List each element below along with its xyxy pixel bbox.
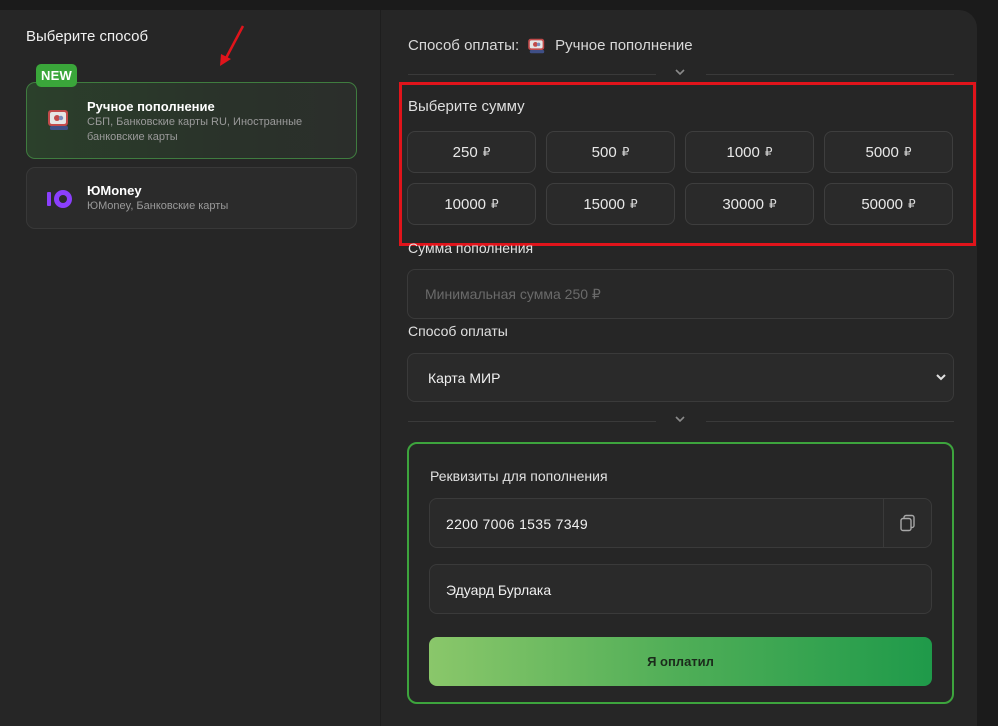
chevron-down-icon[interactable] <box>673 414 687 424</box>
method-card-yoomoney[interactable]: ЮMoney ЮMoney, Банковские карты <box>26 167 357 229</box>
method-title: Ручное пополнение <box>87 99 215 114</box>
amount-button-250[interactable]: 250 ₽ <box>407 131 536 173</box>
card-number: 2200 7006 1535 7349 <box>446 516 588 532</box>
amount-button-1000[interactable]: 1000 ₽ <box>685 131 814 173</box>
new-badge: NEW <box>36 64 77 87</box>
requisites-title: Реквизиты для пополнения <box>430 468 608 484</box>
payment-method-header-label: Способ оплаты: <box>408 37 520 54</box>
yoomoney-icon <box>47 190 72 208</box>
section-divider <box>408 69 954 76</box>
amount-section-title: Выберите сумму <box>408 98 525 115</box>
chevron-down-icon <box>936 374 946 381</box>
section-divider <box>408 416 954 423</box>
sum-input[interactable] <box>407 269 954 319</box>
payment-method-header-value: Ручное пополнение <box>555 37 693 54</box>
amount-button-10000[interactable]: 10000 ₽ <box>407 183 536 225</box>
payment-method-selected: Карта МИР <box>428 370 501 386</box>
red-arrow-annotation <box>220 25 245 66</box>
recipient-name: Эдуард Бурлака <box>446 582 552 598</box>
chevron-down-icon[interactable] <box>673 67 687 77</box>
confirm-paid-button[interactable]: Я оплатил <box>429 637 932 686</box>
method-title: ЮMoney <box>87 183 142 198</box>
payment-method-select[interactable]: Карта МИР <box>407 353 954 402</box>
copy-icon <box>899 514 915 532</box>
amount-button-5000[interactable]: 5000 ₽ <box>824 131 953 173</box>
sum-field-label: Сумма пополнения <box>408 240 534 256</box>
payment-method-header: Способ оплаты: Ручное пополнение <box>408 37 693 54</box>
amount-button-30000[interactable]: 30000 ₽ <box>685 183 814 225</box>
card-number-field: 2200 7006 1535 7349 <box>429 498 932 548</box>
manual-payment-icon <box>528 38 545 53</box>
method-list-title: Выберите способ <box>26 28 149 45</box>
manual-payment-icon <box>48 110 68 130</box>
payment-method-label: Способ оплаты <box>408 323 508 339</box>
recipient-field: Эдуард Бурлака <box>429 564 932 614</box>
copy-button[interactable] <box>883 499 931 547</box>
amount-button-50000[interactable]: 50000 ₽ <box>824 183 953 225</box>
method-subtitle: СБП, Банковские карты RU, Иностранные ба… <box>87 116 303 143</box>
method-subtitle: ЮMoney, Банковские карты <box>87 200 229 212</box>
method-card-manual[interactable]: Ручное пополнение СБП, Банковские карты … <box>26 82 357 159</box>
amount-button-15000[interactable]: 15000 ₽ <box>546 183 675 225</box>
amount-button-500[interactable]: 500 ₽ <box>546 131 675 173</box>
